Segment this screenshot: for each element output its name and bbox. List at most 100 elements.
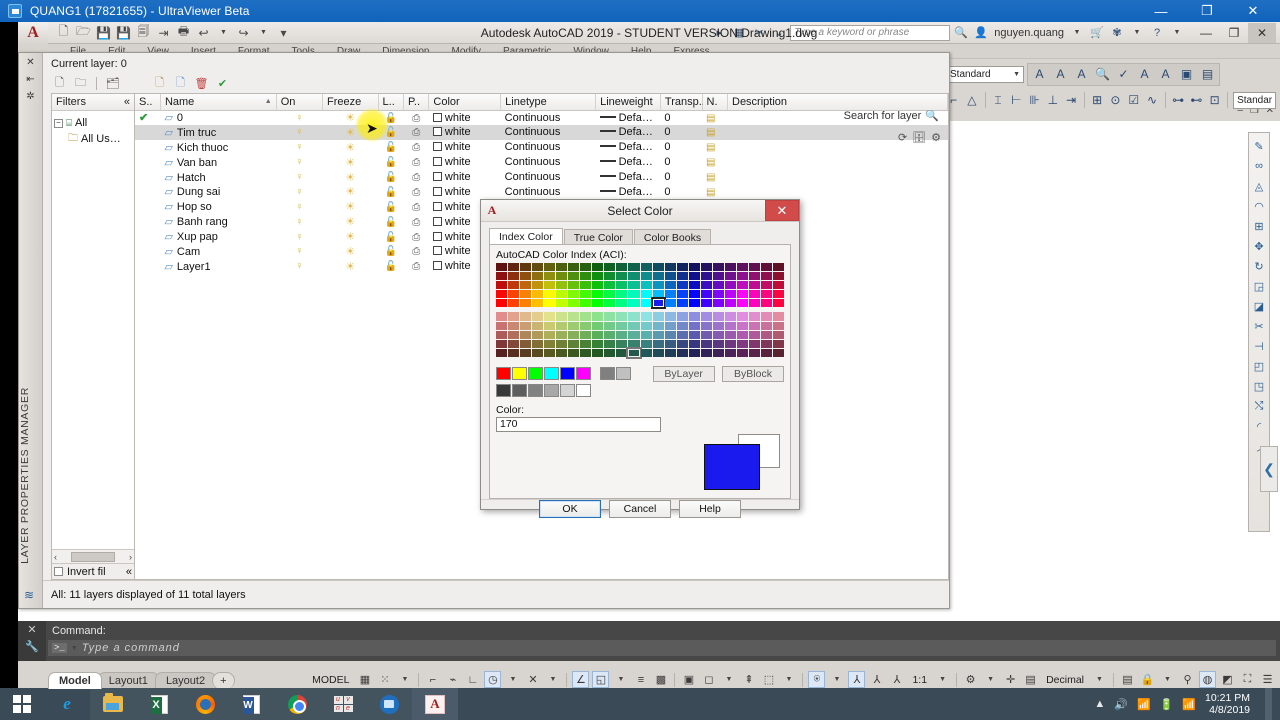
aci-color-cell-low[interactable] [520, 348, 532, 357]
aci-color-cell[interactable] [736, 290, 748, 299]
aci-color-cell[interactable] [496, 290, 508, 299]
aci-color-cell[interactable] [532, 290, 544, 299]
lightbulb-icon[interactable]: ♀ [295, 201, 303, 213]
aci-color-cell-low[interactable] [724, 312, 736, 321]
aci-color-cell[interactable] [628, 263, 640, 272]
aci-color-cell[interactable] [724, 281, 736, 290]
aci-color-cell[interactable] [592, 281, 604, 290]
aci-color-cell-low[interactable] [772, 312, 784, 321]
aci-color-cell[interactable] [592, 299, 604, 308]
customize-icon[interactable]: 🔧 [25, 640, 39, 653]
cell-freeze[interactable]: ☀ [322, 140, 378, 155]
aci-color-cell[interactable] [640, 263, 652, 272]
customize-qat-icon[interactable]: ▾ [274, 24, 293, 42]
lightbulb-icon[interactable]: ♀ [295, 156, 303, 168]
autocad-restore-button[interactable]: ❐ [1220, 23, 1248, 43]
text-style-combo[interactable]: Standard ▼ [946, 65, 1024, 83]
aci-color-cell[interactable] [556, 290, 568, 299]
cell-status[interactable] [135, 140, 160, 155]
aci-color-cell[interactable] [508, 299, 520, 308]
aci-color-cell-low[interactable] [532, 339, 544, 348]
text-height-icon[interactable]: A [1051, 65, 1070, 84]
plotter-icon[interactable]: ⎙ [412, 202, 420, 213]
aci-color-cell-low[interactable] [508, 348, 520, 357]
cell-lineweight[interactable]: Defa… [596, 170, 661, 185]
aci-color-cell-low[interactable] [664, 321, 676, 330]
aci-color-cell-low[interactable] [760, 330, 772, 339]
taskbar-item-internet-explorer[interactable]: e [44, 688, 90, 720]
scroll-left-icon[interactable]: ‹ [54, 552, 57, 562]
offset-icon[interactable]: ◠ [1250, 197, 1268, 215]
plotter-icon[interactable]: ⎙ [412, 127, 420, 138]
aci-color-cell-low[interactable] [568, 312, 580, 321]
annotation-scale-icon[interactable]: ⍟ [808, 671, 826, 688]
cell-color[interactable]: white [429, 155, 501, 170]
model-space-label[interactable]: MODEL [308, 674, 353, 686]
aci-color-cell-low[interactable] [700, 321, 712, 330]
delete-layer-icon[interactable]: 🗑 [193, 75, 210, 91]
dim-update-icon[interactable]: ∿ [1144, 91, 1159, 110]
network-error-icon[interactable]: 📶 [1137, 698, 1151, 711]
column-status[interactable]: S.. [135, 94, 161, 111]
aci-color-cell-low[interactable] [508, 321, 520, 330]
palette-collapse-tab[interactable]: ❮ [1260, 446, 1278, 492]
aci-color-cell-low[interactable] [748, 312, 760, 321]
new-layer-icon[interactable]: 🗋 [151, 75, 168, 91]
hardware-acceleration-icon[interactable]: ✛ [1002, 671, 1019, 688]
account-dropdown-icon[interactable]: ▼ [1068, 24, 1086, 42]
aci-color-cell[interactable] [580, 263, 592, 272]
plotter-icon[interactable]: ⎙ [412, 246, 420, 257]
aci-color-cell[interactable] [592, 263, 604, 272]
undo-dropdown-icon[interactable]: ▼ [214, 24, 233, 42]
cell-on[interactable]: ♀ [276, 229, 322, 244]
aci-color-cell-low[interactable] [520, 330, 532, 339]
aci-color-cell[interactable] [676, 281, 688, 290]
unlock-icon[interactable]: 🔓 [385, 172, 397, 183]
aci-color-cell[interactable] [544, 290, 556, 299]
transparency-icon[interactable]: ▩ [652, 671, 669, 688]
lineweight-icon[interactable]: ≡ [632, 671, 649, 688]
layer-states-icon[interactable]: 🗄 [912, 131, 926, 144]
cell-color[interactable]: white [429, 170, 501, 185]
trim-icon[interactable]: ✂ [1250, 317, 1268, 335]
aci-color-cell-low[interactable] [748, 348, 760, 357]
aci-color-cell[interactable] [520, 263, 532, 272]
aci-color-cell-low[interactable] [760, 312, 772, 321]
help-dropdown-icon[interactable]: ▼ [1168, 24, 1186, 42]
aci-color-cell-low[interactable] [496, 321, 508, 330]
lightbulb-icon[interactable]: ♀ [295, 216, 303, 228]
aci-color-cell[interactable] [688, 281, 700, 290]
fillet-icon[interactable]: ◜ [1250, 417, 1268, 435]
aci-color-cell[interactable] [616, 290, 628, 299]
aci-color-cell[interactable] [544, 281, 556, 290]
autoscale-icon[interactable]: ⅄ [868, 671, 885, 688]
tab-layout1[interactable]: Layout1 [97, 671, 159, 689]
aci-color-cell-low[interactable] [736, 348, 748, 357]
cell-name[interactable]: ▱ Banh rang [160, 214, 276, 229]
break-icon[interactable]: ◰ [1250, 357, 1268, 375]
aci-color-cell-low[interactable] [664, 330, 676, 339]
standard-color-swatch[interactable] [576, 367, 591, 381]
cell-transparency[interactable]: 0 [660, 155, 702, 170]
table-row[interactable]: ▱ Hatch ♀ ☀ 🔓 ⎙ white Continuous Defa… 0 ▤ [135, 170, 948, 185]
column-freeze[interactable]: Freeze [322, 94, 379, 111]
aci-color-cell[interactable] [736, 263, 748, 272]
column-linetype[interactable]: Linetype [500, 94, 597, 111]
dynamic-input-icon[interactable]: ⇞ [740, 671, 757, 688]
aci-color-cell[interactable] [724, 290, 736, 299]
column-transparency[interactable]: Transp.. [660, 94, 705, 111]
cell-status[interactable] [135, 199, 160, 214]
cell-plot[interactable]: ⎙ [403, 184, 428, 199]
aci-color-cell-low[interactable] [580, 339, 592, 348]
aci-color-cell-low[interactable] [616, 312, 628, 321]
annotation-scale-dropdown-icon[interactable]: ▼ [828, 671, 845, 688]
quick-properties-icon[interactable]: ▤ [1119, 671, 1136, 688]
unlock-icon[interactable]: 🔓 [385, 217, 397, 228]
aci-color-cell[interactable] [556, 272, 568, 281]
standard-color-swatch[interactable] [528, 367, 543, 381]
redo-icon[interactable]: ↪ [234, 24, 253, 42]
aci-color-cell-low[interactable] [640, 321, 652, 330]
chevron-down-icon[interactable]: ▼ [1013, 71, 1020, 78]
aci-color-cell-low[interactable] [736, 312, 748, 321]
plotter-icon[interactable]: ⎙ [412, 187, 420, 198]
